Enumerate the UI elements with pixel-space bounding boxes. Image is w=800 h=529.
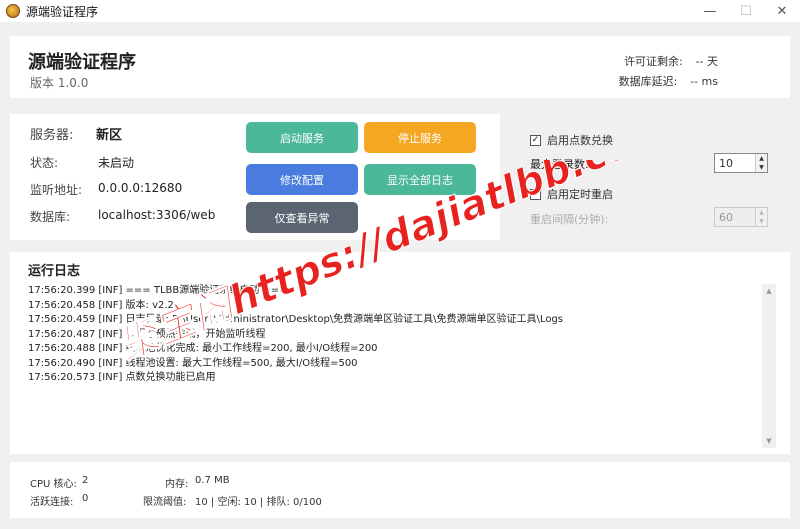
license-remaining: 许可证剩余: -- 天 xyxy=(624,53,718,69)
close-button[interactable]: ✕ xyxy=(764,0,800,22)
errors-only-button[interactable]: 仅查看异常 xyxy=(246,202,358,233)
stepper-down-icon[interactable]: ▼ xyxy=(756,163,767,172)
title-bar: 源端验证程序 — ☐ ✕ xyxy=(0,0,800,22)
restart-interval-arrows[interactable]: ▲ ▼ xyxy=(755,208,767,226)
log-line: 17:56:20.487 [INF] 线程池预热完成，开始监听线程 xyxy=(28,328,266,340)
max-login-arrows[interactable]: ▲ ▼ xyxy=(755,154,767,172)
scroll-up-icon[interactable]: ▲ xyxy=(762,284,776,298)
show-all-logs-button[interactable]: 显示全部日志 xyxy=(364,164,476,195)
log-panel: 运行日志 17:56:20.399 [INF] === TLBB源端验证系统启动… xyxy=(10,252,790,454)
log-line: 17:56:20.488 [INF] 线程池优化完成: 最小工作线程=200, … xyxy=(28,343,378,354)
app-icon xyxy=(6,4,20,18)
server-label: 服务器: xyxy=(30,128,74,143)
options-panel: ✓ 启用点数兑换 最大登录数: 10 ▲ ▼ 启用定时重启 重启间隔(分钟): … xyxy=(514,114,790,248)
timed-restart-checkbox[interactable] xyxy=(530,188,541,200)
db-latency-value: -- ms xyxy=(690,75,718,88)
cpu-label: CPU 核心: xyxy=(30,479,77,490)
log-title: 运行日志 xyxy=(28,264,81,279)
license-value: -- 天 xyxy=(695,55,718,68)
window-controls: — ☐ ✕ xyxy=(692,0,800,22)
restart-interval-value: 60 xyxy=(719,210,733,224)
db-latency-label: 数据库延迟: xyxy=(618,75,678,88)
points-exchange-checkbox[interactable]: ✓ xyxy=(530,134,541,146)
throttle-value: 10 | 空闲: 10 | 排队: 0/100 xyxy=(195,497,322,508)
timed-restart-label: 启用定时重启 xyxy=(547,188,613,201)
scroll-down-icon[interactable]: ▼ xyxy=(762,434,776,448)
stepper-down-icon[interactable]: ▼ xyxy=(756,217,767,226)
log-line: 17:56:20.458 [INF] 版本: v2.2 xyxy=(28,299,174,311)
log-line: 17:56:20.459 [INF] 日志目录: B:\Users\Admini… xyxy=(28,314,563,325)
stop-service-button[interactable]: 停止服务 xyxy=(364,122,476,153)
license-label: 许可证剩余: xyxy=(624,55,683,68)
server-value: 新区 xyxy=(96,128,123,143)
database-label: 数据库: xyxy=(30,210,71,224)
stepper-up-icon[interactable]: ▲ xyxy=(756,154,767,163)
database-value: localhost:3306/web xyxy=(98,208,216,222)
edit-config-button[interactable]: 修改配置 xyxy=(246,164,358,195)
active-connections-value: 0 xyxy=(82,493,89,504)
header-panel: 源端验证程序 版本 1.0.0 许可证剩余: -- 天 数据库延迟: -- ms xyxy=(10,36,790,98)
points-exchange-option[interactable]: ✓ 启用点数兑换 xyxy=(530,132,613,148)
cpu-value: 2 xyxy=(82,475,89,486)
log-line: 17:56:20.490 [INF] 线程池设置: 最大工作线程=500, 最大… xyxy=(28,357,358,369)
max-login-stepper[interactable]: 10 ▲ ▼ xyxy=(714,153,768,173)
max-login-value: 10 xyxy=(719,156,733,170)
stepper-up-icon[interactable]: ▲ xyxy=(756,208,767,217)
app-version: 版本 1.0.0 xyxy=(30,76,89,90)
throttle-label: 限流阈值: xyxy=(143,497,187,508)
points-exchange-label: 启用点数兑换 xyxy=(547,134,613,147)
listen-label: 监听地址: xyxy=(30,183,83,197)
server-info-panel: 服务器: 新区 状态: 未启动 监听地址: 0.0.0.0:12680 数据库:… xyxy=(10,114,500,240)
timed-restart-option[interactable]: 启用定时重启 xyxy=(530,186,613,202)
log-line: 17:56:20.573 [INF] 点数兑换功能已启用 xyxy=(28,372,216,383)
log-line: 17:56:20.399 [INF] === TLBB源端验证系统启动 === xyxy=(28,285,288,296)
log-scrollbar[interactable]: ▲ ▼ xyxy=(762,284,776,448)
maximize-button[interactable]: ☐ xyxy=(728,0,764,22)
start-service-button[interactable]: 启动服务 xyxy=(246,122,358,153)
db-latency: 数据库延迟: -- ms xyxy=(619,73,718,89)
active-connections-label: 活跃连接: xyxy=(30,497,74,508)
minimize-button[interactable]: — xyxy=(692,0,728,22)
status-label: 状态: xyxy=(30,156,59,170)
memory-label: 内存: xyxy=(165,479,189,490)
status-panel: CPU 核心: 2 内存: 0.7 MB 活跃连接: 0 限流阈值: 10 | … xyxy=(10,462,790,518)
memory-value: 0.7 MB xyxy=(195,475,230,486)
window-title: 源端验证程序 xyxy=(26,4,99,19)
listen-value: 0.0.0.0:12680 xyxy=(98,181,183,195)
restart-interval-stepper[interactable]: 60 ▲ ▼ xyxy=(714,207,768,227)
status-value: 未启动 xyxy=(98,156,135,170)
max-login-label: 最大登录数: xyxy=(530,158,589,171)
log-textarea[interactable]: 17:56:20.399 [INF] === TLBB源端验证系统启动 === … xyxy=(28,284,774,448)
restart-interval-label: 重启间隔(分钟): xyxy=(530,213,609,226)
app-name: 源端验证程序 xyxy=(28,52,136,73)
